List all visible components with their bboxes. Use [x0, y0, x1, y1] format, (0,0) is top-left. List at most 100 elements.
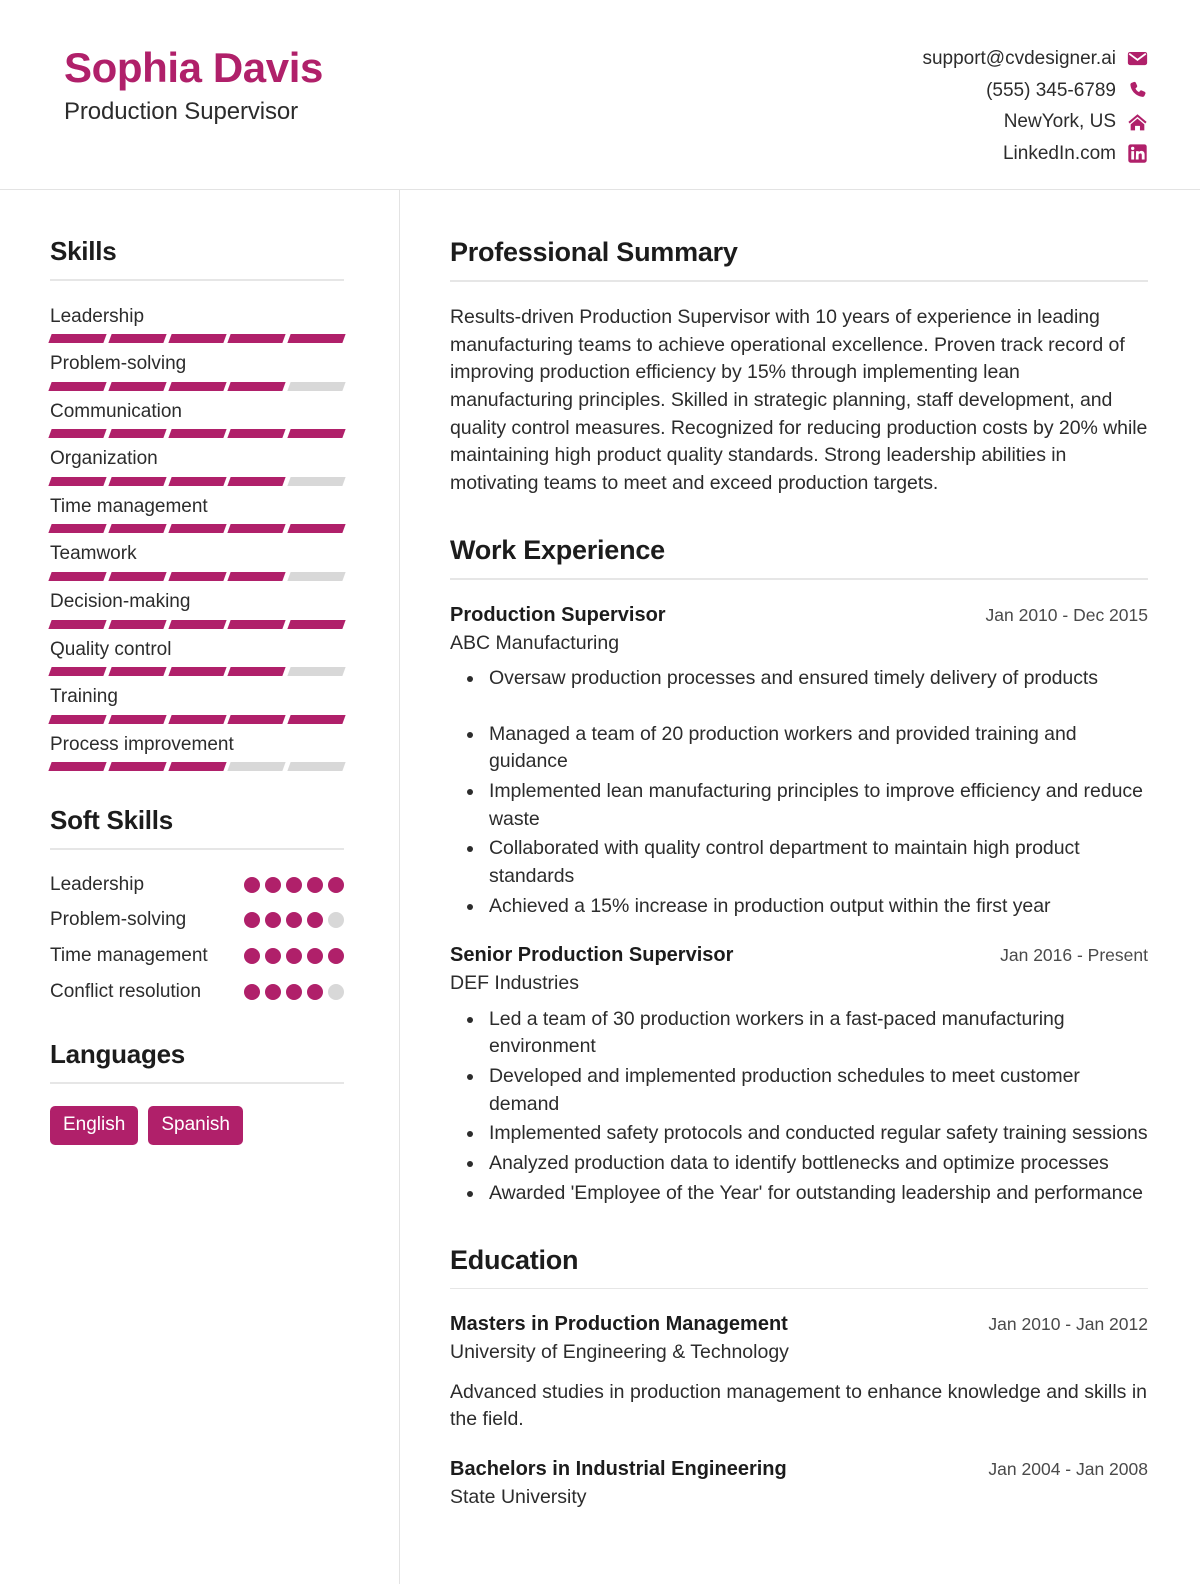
linkedin-icon: [1127, 143, 1148, 164]
skills-section-title: Skills: [50, 236, 117, 266]
skill-bar-segment: [227, 429, 286, 439]
contact-text: LinkedIn.com: [1002, 142, 1116, 164]
language-chip: Spanish: [148, 1105, 243, 1145]
skill-bar-segment: [108, 619, 167, 629]
education-section-title: Education: [450, 1244, 579, 1275]
skill-bar-segment: [48, 429, 107, 439]
responsibility-list: Led a team of 30 production workers in a…: [450, 1006, 1148, 1208]
skill-bar-segment: [167, 667, 227, 677]
contact-row[interactable]: (555) 345-6789: [986, 78, 1148, 104]
rating-dot: [244, 948, 260, 965]
contact-row[interactable]: NewYork, US: [1004, 109, 1148, 135]
rating-dot: [328, 876, 344, 893]
skills-list: Leadership Problem-solving Communication Or…: [48, 303, 346, 772]
soft-skill-item: Leadership: [50, 872, 344, 899]
contact-row[interactable]: LinkedIn.com: [1003, 141, 1148, 167]
phone-icon: [1127, 80, 1148, 101]
skill-bar-segment: [227, 334, 286, 344]
skill-bar-segment: [48, 524, 107, 534]
skill-bar-segment: [108, 524, 167, 534]
rating-dot: [328, 948, 344, 965]
skill-bar-segment: [108, 429, 167, 439]
rating-dot: [307, 876, 323, 893]
rating-dot: [328, 912, 344, 929]
identity-block: Sophia Davis Production Supervisor: [64, 36, 323, 126]
responsibility-item: Awarded 'Employee of the Year' for outst…: [485, 1180, 1148, 1208]
rating-dot: [286, 876, 302, 893]
skill-bar-segment: [287, 571, 346, 581]
skill-bar-segment: [48, 619, 107, 629]
rating-dot: [307, 948, 323, 965]
skill-bar-segment: [48, 571, 107, 581]
skill-level-bar: [48, 714, 346, 724]
skill-item: Leadership: [48, 303, 346, 344]
section-divider: [50, 279, 344, 281]
rating-dot: [244, 876, 260, 893]
section-divider: [450, 280, 1148, 282]
employer-name: ABC Manufacturing: [450, 631, 620, 654]
skill-bar-segment: [287, 476, 346, 486]
responsibility-item: Managed a team of 20 production workers …: [485, 721, 1148, 776]
skill-level-bar: [48, 524, 346, 534]
job-role: Senior Production Supervisor: [450, 944, 734, 967]
home-icon: [1127, 112, 1148, 133]
skill-bar-segment: [227, 381, 286, 391]
soft-skill-rating-dots: [244, 872, 344, 893]
work-experience-section-title: Work Experience: [450, 534, 665, 565]
sidebar: Skills Leadership Problem-solving Communic…: [0, 190, 400, 1584]
contact-row[interactable]: support@cvdesigner.ai: [922, 46, 1148, 72]
skill-bar-segment: [167, 334, 227, 344]
soft-skills-section: Soft Skills Leadership Problem-solving Tim…: [50, 805, 344, 1005]
skill-bar-segment: [167, 571, 227, 581]
contact-text: (555) 345-6789: [986, 79, 1116, 101]
skill-bar-segment: [108, 381, 167, 391]
summary-section-title: Professional Summary: [450, 237, 738, 267]
soft-skill-item: Problem-solving: [50, 907, 344, 934]
skill-level-bar: [48, 762, 346, 772]
education-description: Advanced studies in production managemen…: [450, 1380, 1148, 1431]
section-divider: [50, 848, 344, 850]
skill-bar-segment: [167, 381, 227, 391]
skill-level-bar: [48, 381, 346, 391]
education-date-range: Jan 2004 - Jan 2008: [988, 1459, 1148, 1480]
responsibility-item: Collaborated with quality control depart…: [485, 835, 1148, 890]
section-divider: [50, 1082, 344, 1084]
rating-dot: [286, 983, 302, 1000]
skill-bar-segment: [167, 429, 227, 439]
skill-label: Time management: [50, 495, 208, 517]
responsibility-list: Oversaw production processes and ensured…: [450, 665, 1148, 921]
job-title: Production Supervisor: [64, 98, 299, 126]
degree-title: Bachelors in Industrial Engineering: [450, 1458, 787, 1481]
main-column: Professional Summary Results-driven Prod…: [400, 190, 1200, 1584]
contact-text: support@cvdesigner.ai: [922, 48, 1116, 69]
work-experience-entry: Production Supervisor Jan 2010 - Dec 2015…: [450, 602, 1148, 921]
skill-bar-segment: [287, 667, 346, 677]
skill-bar-segment: [167, 524, 227, 534]
skill-bar-segment: [48, 762, 107, 772]
skill-bar-segment: [227, 476, 286, 486]
job-date-range: Jan 2010 - Dec 2015: [985, 604, 1148, 625]
skill-bar-segment: [48, 381, 107, 391]
skill-bar-segment: [48, 714, 107, 724]
soft-skill-label: Problem-solving: [50, 909, 187, 931]
skill-bar-segment: [227, 714, 286, 724]
entry-header: Production Supervisor Jan 2010 - Dec 2015: [450, 602, 1148, 629]
skill-level-bar: [48, 429, 346, 439]
skill-bar-segment: [167, 762, 227, 772]
job-date-range: Jan 2016 - Present: [1000, 945, 1148, 966]
entry-header: Senior Production Supervisor Jan 2016 - P…: [450, 942, 1148, 969]
employer-name: DEF Industries: [450, 972, 579, 995]
skill-bar-segment: [227, 762, 286, 772]
responsibility-item: Implemented safety protocols and conduct…: [485, 1120, 1148, 1148]
skill-bar-segment: [167, 476, 227, 486]
skill-label: Leadership: [50, 305, 145, 327]
skill-bar-segment: [108, 571, 167, 581]
skill-item: Decision-making: [48, 588, 346, 629]
skill-bar-segment: [227, 667, 286, 677]
skill-bar-segment: [108, 334, 167, 344]
skill-item: Communication: [48, 398, 346, 439]
education-list: Masters in Production Management Jan 2010…: [450, 1311, 1148, 1511]
rating-dot: [244, 983, 260, 1000]
resume-body: Skills Leadership Problem-solving Communic…: [0, 190, 1200, 1584]
resume-page: Sophia Davis Production Supervisor suppo…: [0, 0, 1200, 1584]
